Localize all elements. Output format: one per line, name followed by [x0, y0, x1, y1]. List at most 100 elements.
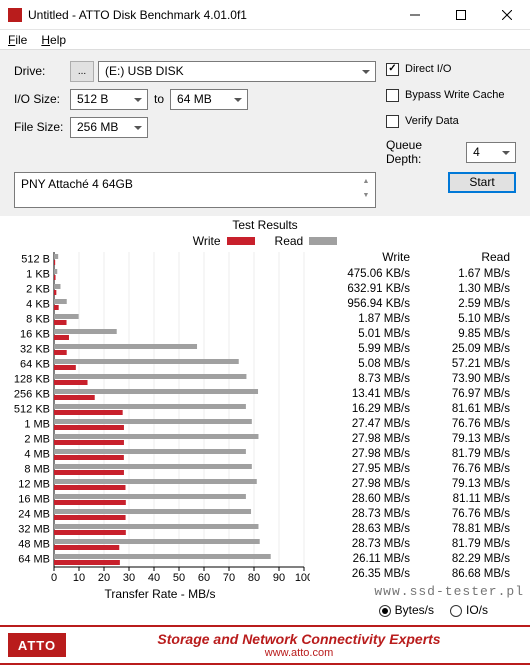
window-title: Untitled - ATTO Disk Benchmark 4.01.0f1	[28, 8, 392, 22]
verify-data-checkbox[interactable]	[386, 115, 399, 128]
write-value: 956.94 KB/s	[310, 297, 410, 312]
svg-text:4 MB: 4 MB	[24, 449, 50, 461]
drive-select[interactable]: (E:) USB DISK	[98, 61, 376, 82]
spin-up-button[interactable]: ▲	[359, 175, 373, 189]
write-value: 26.11 MB/s	[310, 552, 410, 567]
start-button[interactable]: Start	[448, 172, 516, 193]
svg-text:8 KB: 8 KB	[26, 314, 50, 326]
svg-text:90: 90	[273, 572, 285, 584]
read-value: 1.30 MB/s	[410, 282, 510, 297]
write-value: 16.29 MB/s	[310, 402, 410, 417]
benchmark-chart: 0102030405060708090100512 B1 KB2 KB4 KB8…	[10, 250, 310, 585]
svg-text:16 MB: 16 MB	[18, 494, 50, 506]
io-size-to-select[interactable]: 64 MB	[170, 89, 248, 110]
svg-text:60: 60	[198, 572, 210, 584]
legend-write-swatch	[227, 237, 255, 245]
write-value: 475.06 KB/s	[310, 267, 410, 282]
write-value: 28.73 MB/s	[310, 507, 410, 522]
svg-text:10: 10	[73, 572, 85, 584]
write-value: 28.63 MB/s	[310, 522, 410, 537]
watermark: www.ssd-tester.pl	[374, 584, 524, 599]
close-button[interactable]	[484, 0, 530, 30]
window-controls	[392, 0, 530, 30]
menu-bar: File Help	[0, 30, 530, 50]
to-label: to	[154, 92, 164, 106]
svg-text:32 KB: 32 KB	[20, 344, 50, 356]
svg-text:80: 80	[248, 572, 260, 584]
queue-depth-select[interactable]: 4	[466, 142, 516, 163]
write-value: 27.47 MB/s	[310, 417, 410, 432]
svg-text:16 KB: 16 KB	[20, 329, 50, 341]
write-column-header: Write	[310, 250, 410, 265]
legend-read-label: Read	[275, 234, 304, 248]
read-value: 73.90 MB/s	[410, 372, 510, 387]
read-value: 9.85 MB/s	[410, 327, 510, 342]
footer-url: www.atto.com	[76, 647, 522, 659]
write-value: 1.87 MB/s	[310, 312, 410, 327]
file-size-select[interactable]: 256 MB	[70, 117, 148, 138]
legend-read-swatch	[309, 237, 337, 245]
read-values-column: Read 1.67 MB/s1.30 MB/s2.59 MB/s5.10 MB/…	[410, 250, 510, 601]
description-input[interactable]: PNY Attaché 4 64GB ▲ ▼	[14, 172, 376, 208]
read-value: 79.13 MB/s	[410, 432, 510, 447]
svg-text:128 KB: 128 KB	[14, 374, 50, 386]
io-size-from-select[interactable]: 512 B	[70, 89, 148, 110]
bypass-cache-label: Bypass Write Cache	[405, 89, 504, 101]
maximize-button[interactable]	[438, 0, 484, 30]
svg-text:70: 70	[223, 572, 235, 584]
menu-help[interactable]: Help	[41, 33, 66, 47]
svg-text:12 MB: 12 MB	[18, 479, 50, 491]
svg-text:512 B: 512 B	[21, 254, 50, 266]
read-value: 76.76 MB/s	[410, 417, 510, 432]
bypass-cache-checkbox[interactable]	[386, 89, 399, 102]
unit-toggle: Bytes/s IO/s	[10, 601, 520, 621]
write-value: 28.60 MB/s	[310, 492, 410, 507]
svg-text:1 MB: 1 MB	[24, 419, 50, 431]
ios-radio[interactable]	[450, 605, 462, 617]
write-value: 28.73 MB/s	[310, 537, 410, 552]
direct-io-checkbox[interactable]	[386, 63, 399, 76]
svg-text:48 MB: 48 MB	[18, 539, 50, 551]
read-column-header: Read	[410, 250, 510, 265]
read-value: 76.76 MB/s	[410, 507, 510, 522]
spin-down-button[interactable]: ▼	[359, 189, 373, 203]
read-value: 81.11 MB/s	[410, 492, 510, 507]
menu-file[interactable]: File	[8, 33, 27, 47]
read-value: 81.79 MB/s	[410, 537, 510, 552]
bytes-radio[interactable]	[379, 605, 391, 617]
description-area: PNY Attaché 4 64GB ▲ ▼ Start	[0, 172, 530, 216]
minimize-button[interactable]	[392, 0, 438, 30]
drive-label: Drive:	[14, 64, 70, 78]
read-value: 57.21 MB/s	[410, 357, 510, 372]
chart-legend: Write Read	[10, 234, 520, 248]
ios-label: IO/s	[466, 603, 488, 617]
settings-panel: Drive: ... (E:) USB DISK I/O Size: 512 B…	[0, 50, 530, 172]
svg-text:50: 50	[173, 572, 185, 584]
svg-text:64 KB: 64 KB	[20, 359, 50, 371]
write-value: 26.35 MB/s	[310, 567, 410, 582]
queue-depth-label: Queue Depth:	[386, 138, 460, 166]
svg-text:64 MB: 64 MB	[18, 554, 50, 566]
atto-logo: ATTO	[8, 633, 66, 657]
file-size-label: File Size:	[14, 120, 70, 134]
write-value: 27.95 MB/s	[310, 462, 410, 477]
browse-button[interactable]: ...	[70, 61, 94, 82]
svg-text:2 KB: 2 KB	[26, 284, 50, 296]
svg-text:32 MB: 32 MB	[18, 524, 50, 536]
write-value: 632.91 KB/s	[310, 282, 410, 297]
results-panel: Test Results Write Read 0102030405060708…	[0, 216, 530, 625]
write-values-column: Write 475.06 KB/s632.91 KB/s956.94 KB/s1…	[310, 250, 410, 601]
svg-text:1 KB: 1 KB	[26, 269, 50, 281]
title-bar: Untitled - ATTO Disk Benchmark 4.01.0f1	[0, 0, 530, 30]
svg-text:0: 0	[51, 572, 57, 584]
results-title: Test Results	[10, 218, 520, 232]
read-value: 86.68 MB/s	[410, 567, 510, 582]
read-value: 2.59 MB/s	[410, 297, 510, 312]
svg-text:256 KB: 256 KB	[14, 389, 50, 401]
drive-value: (E:) USB DISK	[105, 64, 184, 78]
footer-banner: ATTO Storage and Network Connectivity Ex…	[0, 625, 530, 665]
svg-text:20: 20	[98, 572, 110, 584]
svg-text:4 KB: 4 KB	[26, 299, 50, 311]
description-text: PNY Attaché 4 64GB	[21, 177, 133, 191]
read-value: 79.13 MB/s	[410, 477, 510, 492]
